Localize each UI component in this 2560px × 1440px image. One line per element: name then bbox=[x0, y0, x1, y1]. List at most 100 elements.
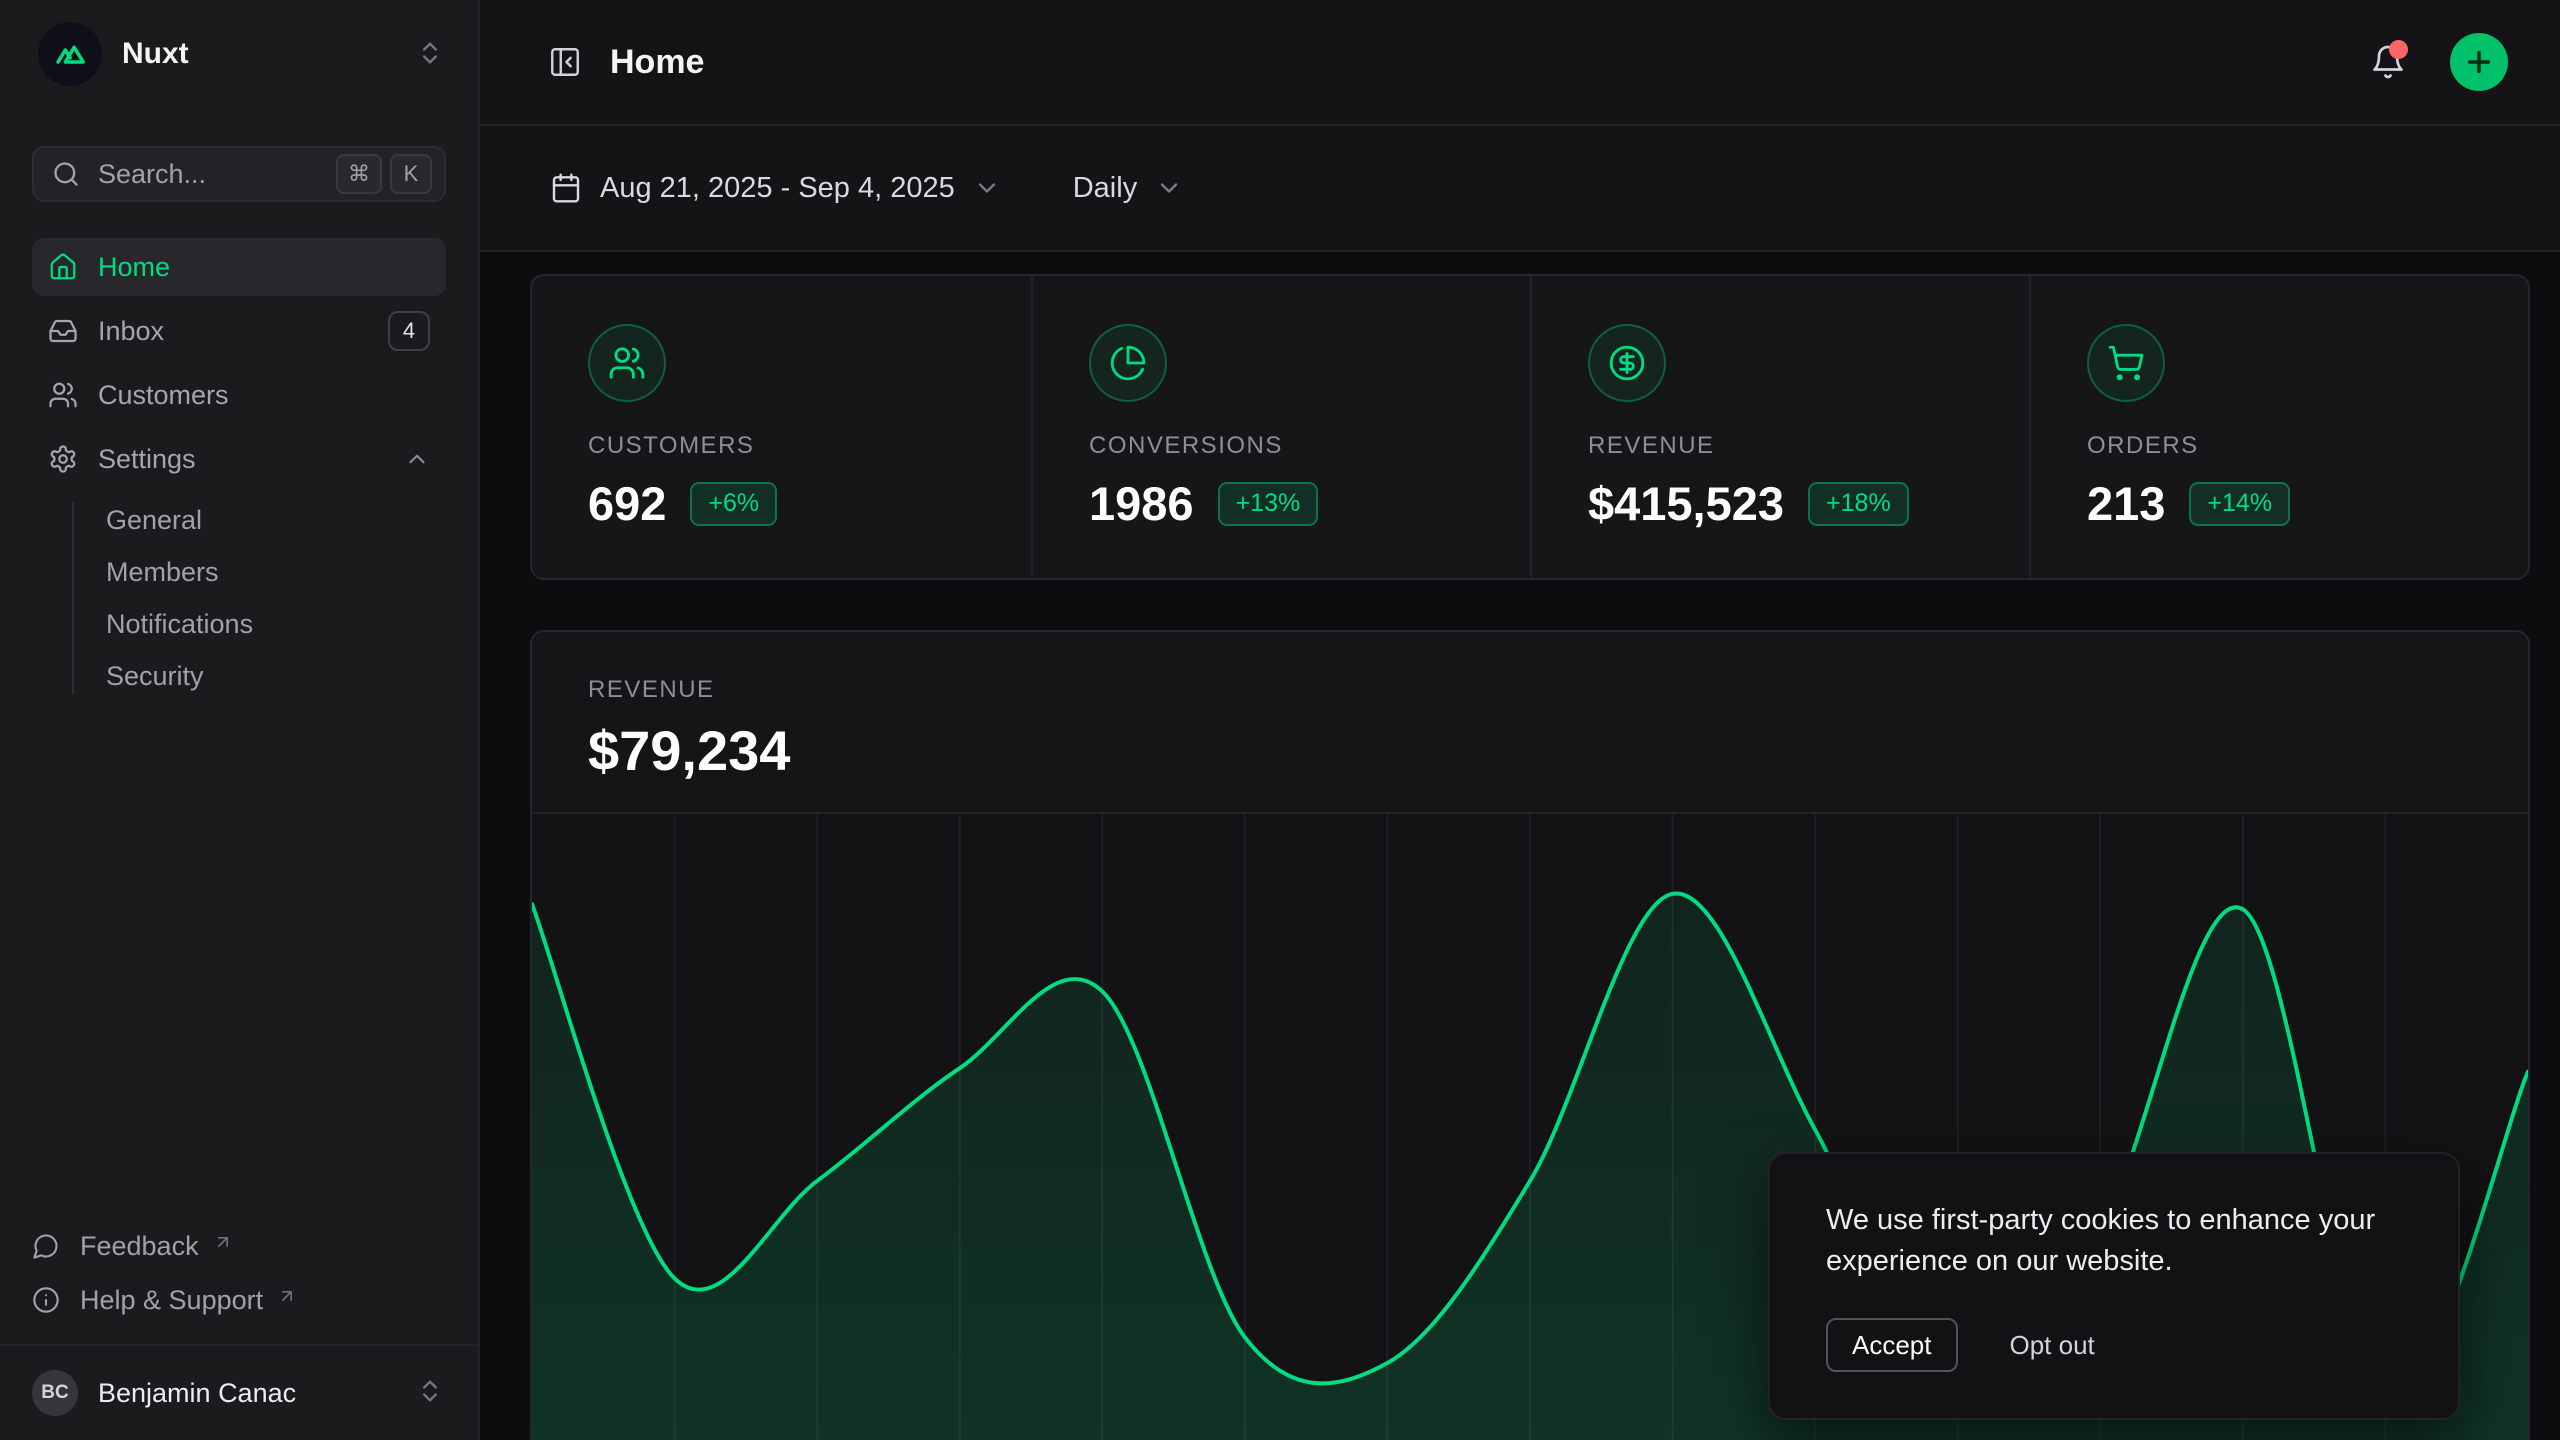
sidebar-item-home[interactable]: Home bbox=[32, 238, 446, 296]
optout-cookies-button[interactable]: Opt out bbox=[2004, 1329, 2101, 1362]
add-button[interactable] bbox=[2450, 33, 2508, 91]
footer-item-label: Help & Support bbox=[80, 1285, 263, 1316]
arrow-up-right-icon bbox=[213, 1232, 233, 1252]
sidebar-subitem-label: Members bbox=[106, 557, 219, 588]
header-actions bbox=[2364, 33, 2508, 91]
sidebar-subitem-label: Notifications bbox=[106, 609, 253, 640]
stat-label: CONVERSIONS bbox=[1089, 432, 1530, 460]
external-link-icon bbox=[213, 1228, 233, 1259]
stat-label: REVENUE bbox=[1588, 432, 2029, 460]
search-input[interactable]: Search... ⌘K bbox=[32, 146, 446, 202]
message-circle-icon bbox=[32, 1232, 60, 1260]
stat-value: 692 bbox=[588, 476, 666, 531]
settings-subnav: General Members Notifications Security bbox=[32, 494, 446, 702]
kbd-key: ⌘ bbox=[336, 154, 382, 194]
sidebar-item-label: Home bbox=[98, 252, 170, 283]
info-icon bbox=[32, 1286, 60, 1314]
accept-cookies-button[interactable]: Accept bbox=[1826, 1318, 1958, 1372]
nuxt-logo-icon bbox=[38, 22, 102, 86]
sidebar: Nuxt Search... ⌘K Home Inbox 4 Customers Set… bbox=[0, 0, 480, 1440]
settings-icon bbox=[48, 444, 78, 474]
users-icon-circle bbox=[588, 324, 666, 402]
plus-icon bbox=[2463, 46, 2495, 78]
stat-delta-badge: +14% bbox=[2189, 482, 2290, 526]
sidebar-subitem-general[interactable]: General bbox=[32, 494, 446, 546]
workspace-chevrons-button[interactable] bbox=[410, 33, 450, 76]
arrow-up-right-icon bbox=[277, 1286, 297, 1306]
inbox-count-badge: 4 bbox=[388, 311, 430, 351]
notifications-button[interactable] bbox=[2364, 42, 2404, 82]
cookie-message-line2: experience on our website. bbox=[1826, 1241, 2402, 1282]
sidebar-item-inbox[interactable]: Inbox 4 bbox=[32, 302, 446, 360]
users-icon bbox=[48, 380, 78, 410]
chevron-down-icon bbox=[973, 174, 1001, 202]
sidebar-collapse-button[interactable] bbox=[544, 41, 586, 83]
sidebar-footer-help-support[interactable]: Help & Support bbox=[32, 1274, 446, 1326]
nuxt-logo-icon bbox=[50, 34, 90, 74]
stat-card-conversions[interactable]: CONVERSIONS 1986 +13% bbox=[1031, 276, 1530, 578]
chevron-down-icon bbox=[1155, 174, 1183, 202]
calendar-icon bbox=[550, 172, 582, 204]
external-link-icon bbox=[277, 1282, 297, 1313]
search-placeholder: Search... bbox=[98, 159, 318, 190]
page-header: Home bbox=[480, 0, 2560, 126]
page-title: Home bbox=[610, 43, 704, 82]
sidebar-item-label: Settings bbox=[98, 444, 196, 475]
chevron-down-icon bbox=[973, 174, 1001, 202]
user-name: Benjamin Canac bbox=[98, 1378, 390, 1409]
footer-item-label: Feedback bbox=[80, 1231, 199, 1262]
shopping-cart-icon bbox=[2107, 344, 2145, 382]
sidebar-subitem-members[interactable]: Members bbox=[32, 546, 446, 598]
stat-label: CUSTOMERS bbox=[588, 432, 1031, 460]
sidebar-item-customers[interactable]: Customers bbox=[32, 366, 446, 424]
panel-left-close-icon bbox=[548, 45, 582, 79]
stats-card: CUSTOMERS 692 +6% CONVERSIONS 1986 +13% REVENU… bbox=[530, 274, 2530, 580]
main-area: Home Aug 21, 2025 - Sep 4, 2025 Daily CU… bbox=[480, 0, 2560, 1440]
users-icon bbox=[608, 344, 646, 382]
granularity-value: Daily bbox=[1073, 172, 1137, 205]
chart-pie-icon bbox=[1109, 344, 1147, 382]
sidebar-item-settings[interactable]: Settings bbox=[32, 430, 446, 488]
stat-card-customers[interactable]: CUSTOMERS 692 +6% bbox=[532, 276, 1031, 578]
user-menu-chevrons bbox=[410, 1371, 450, 1416]
content: CUSTOMERS 692 +6% CONVERSIONS 1986 +13% REVENU… bbox=[480, 252, 2560, 1440]
inbox-icon bbox=[48, 316, 78, 346]
revenue-card-header: REVENUE $79,234 bbox=[532, 632, 2528, 812]
granularity-select[interactable]: Daily bbox=[1067, 171, 1189, 206]
circle-dollar-icon bbox=[1608, 344, 1646, 382]
date-range-picker[interactable]: Aug 21, 2025 - Sep 4, 2025 bbox=[544, 171, 1007, 206]
date-range-value: Aug 21, 2025 - Sep 4, 2025 bbox=[600, 172, 955, 205]
user-menu[interactable]: BC Benjamin Canac bbox=[0, 1346, 478, 1440]
app-root: Nuxt Search... ⌘K Home Inbox 4 Customers Set… bbox=[0, 0, 2560, 1440]
sidebar-footer-feedback[interactable]: Feedback bbox=[32, 1220, 446, 1272]
sidebar-subitem-notifications[interactable]: Notifications bbox=[32, 598, 446, 650]
avatar: BC bbox=[32, 1370, 78, 1416]
filters-toolbar: Aug 21, 2025 - Sep 4, 2025 Daily bbox=[480, 126, 2560, 252]
sidebar-item-label: Inbox bbox=[98, 316, 164, 347]
chevrons-up-down-icon bbox=[416, 1377, 444, 1405]
sidebar-item-label: Customers bbox=[98, 380, 229, 411]
workspace-switcher[interactable]: Nuxt bbox=[32, 21, 195, 87]
stat-label: ORDERS bbox=[2087, 432, 2528, 460]
chart-pie-icon-circle bbox=[1089, 324, 1167, 402]
collapse-chevron bbox=[404, 446, 430, 472]
kbd-key: K bbox=[390, 154, 432, 194]
search-icon bbox=[52, 160, 80, 188]
workspace-row: Nuxt bbox=[0, 0, 478, 108]
revenue-card-label: REVENUE bbox=[588, 676, 2528, 704]
sidebar-footer: Feedback Help & Support bbox=[0, 1220, 478, 1344]
stat-card-orders[interactable]: ORDERS213+14% bbox=[2029, 276, 2528, 578]
house-icon bbox=[48, 252, 78, 282]
workspace-name: Nuxt bbox=[122, 37, 189, 71]
stat-value: 1986 bbox=[1089, 476, 1194, 531]
search-kbd-shortcut: ⌘K bbox=[336, 154, 432, 194]
stat-card-revenue[interactable]: REVENUE$415,523+18% bbox=[1530, 276, 2029, 578]
cookie-message-line1: We use first-party cookies to enhance yo… bbox=[1826, 1200, 2402, 1241]
circle-dollar-icon-circle bbox=[1588, 324, 1666, 402]
shopping-cart-icon-circle bbox=[2087, 324, 2165, 402]
stat-delta-badge: +6% bbox=[690, 482, 777, 526]
sidebar-subitem-security[interactable]: Security bbox=[32, 650, 446, 702]
stat-delta-badge: +13% bbox=[1218, 482, 1319, 526]
revenue-card-total: $79,234 bbox=[588, 718, 2528, 783]
sidebar-subitem-label: Security bbox=[106, 661, 204, 692]
